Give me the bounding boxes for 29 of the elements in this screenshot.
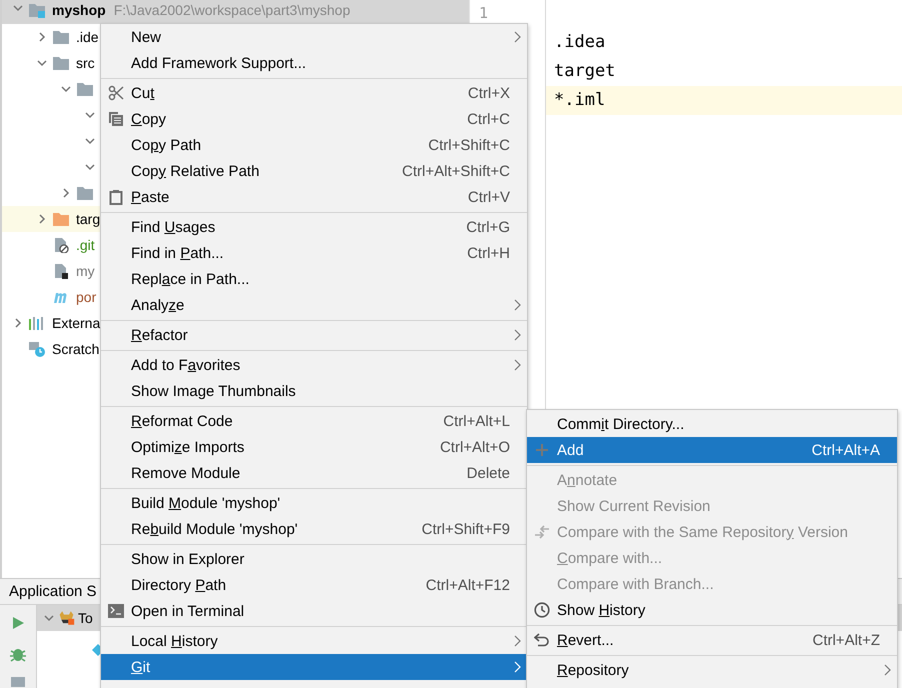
tree-label: myshop	[52, 2, 106, 18]
shortcut-text: Ctrl+Alt+O	[440, 438, 510, 456]
shortcut-text: Ctrl+G	[466, 218, 510, 236]
shortcut-text: Ctrl+Alt+A	[812, 442, 880, 458]
shortcut-text: Ctrl+X	[468, 84, 510, 102]
tree-label: Scratch	[52, 341, 100, 357]
tree-label: .ide	[76, 29, 99, 45]
shortcut-text: Delete	[466, 464, 510, 482]
shortcut-text: Ctrl+Alt+F12	[426, 576, 510, 594]
service-label: To	[78, 610, 93, 626]
shortcut-text: Ctrl+Shift+F9	[422, 520, 510, 538]
shortcut-text: Ctrl+Alt+L	[443, 412, 510, 430]
tree-label: .git	[76, 237, 95, 253]
shortcut-text: Ctrl+C	[467, 110, 510, 128]
shortcut-text: Ctrl+Alt+Shift+C	[402, 162, 510, 180]
shortcut-text: Ctrl+Alt+Z	[812, 632, 880, 648]
shortcut-text: Ctrl+Shift+C	[428, 136, 510, 154]
shortcut-text: Ctrl+V	[468, 188, 510, 206]
tree-label: my	[76, 263, 95, 279]
panel-title: Application S	[9, 583, 97, 600]
code-line: target	[553, 60, 616, 83]
tree-label: por	[76, 289, 96, 305]
code-line: .idea	[553, 31, 606, 54]
shortcut-text: Ctrl+H	[467, 244, 510, 262]
line-number: 1	[479, 4, 490, 22]
tree-label: src	[76, 55, 95, 71]
module-path: F:\Java2002\workspace\part3\myshop	[114, 2, 350, 18]
tree-label: Externa	[52, 315, 100, 331]
tree-label: targ	[76, 211, 100, 227]
